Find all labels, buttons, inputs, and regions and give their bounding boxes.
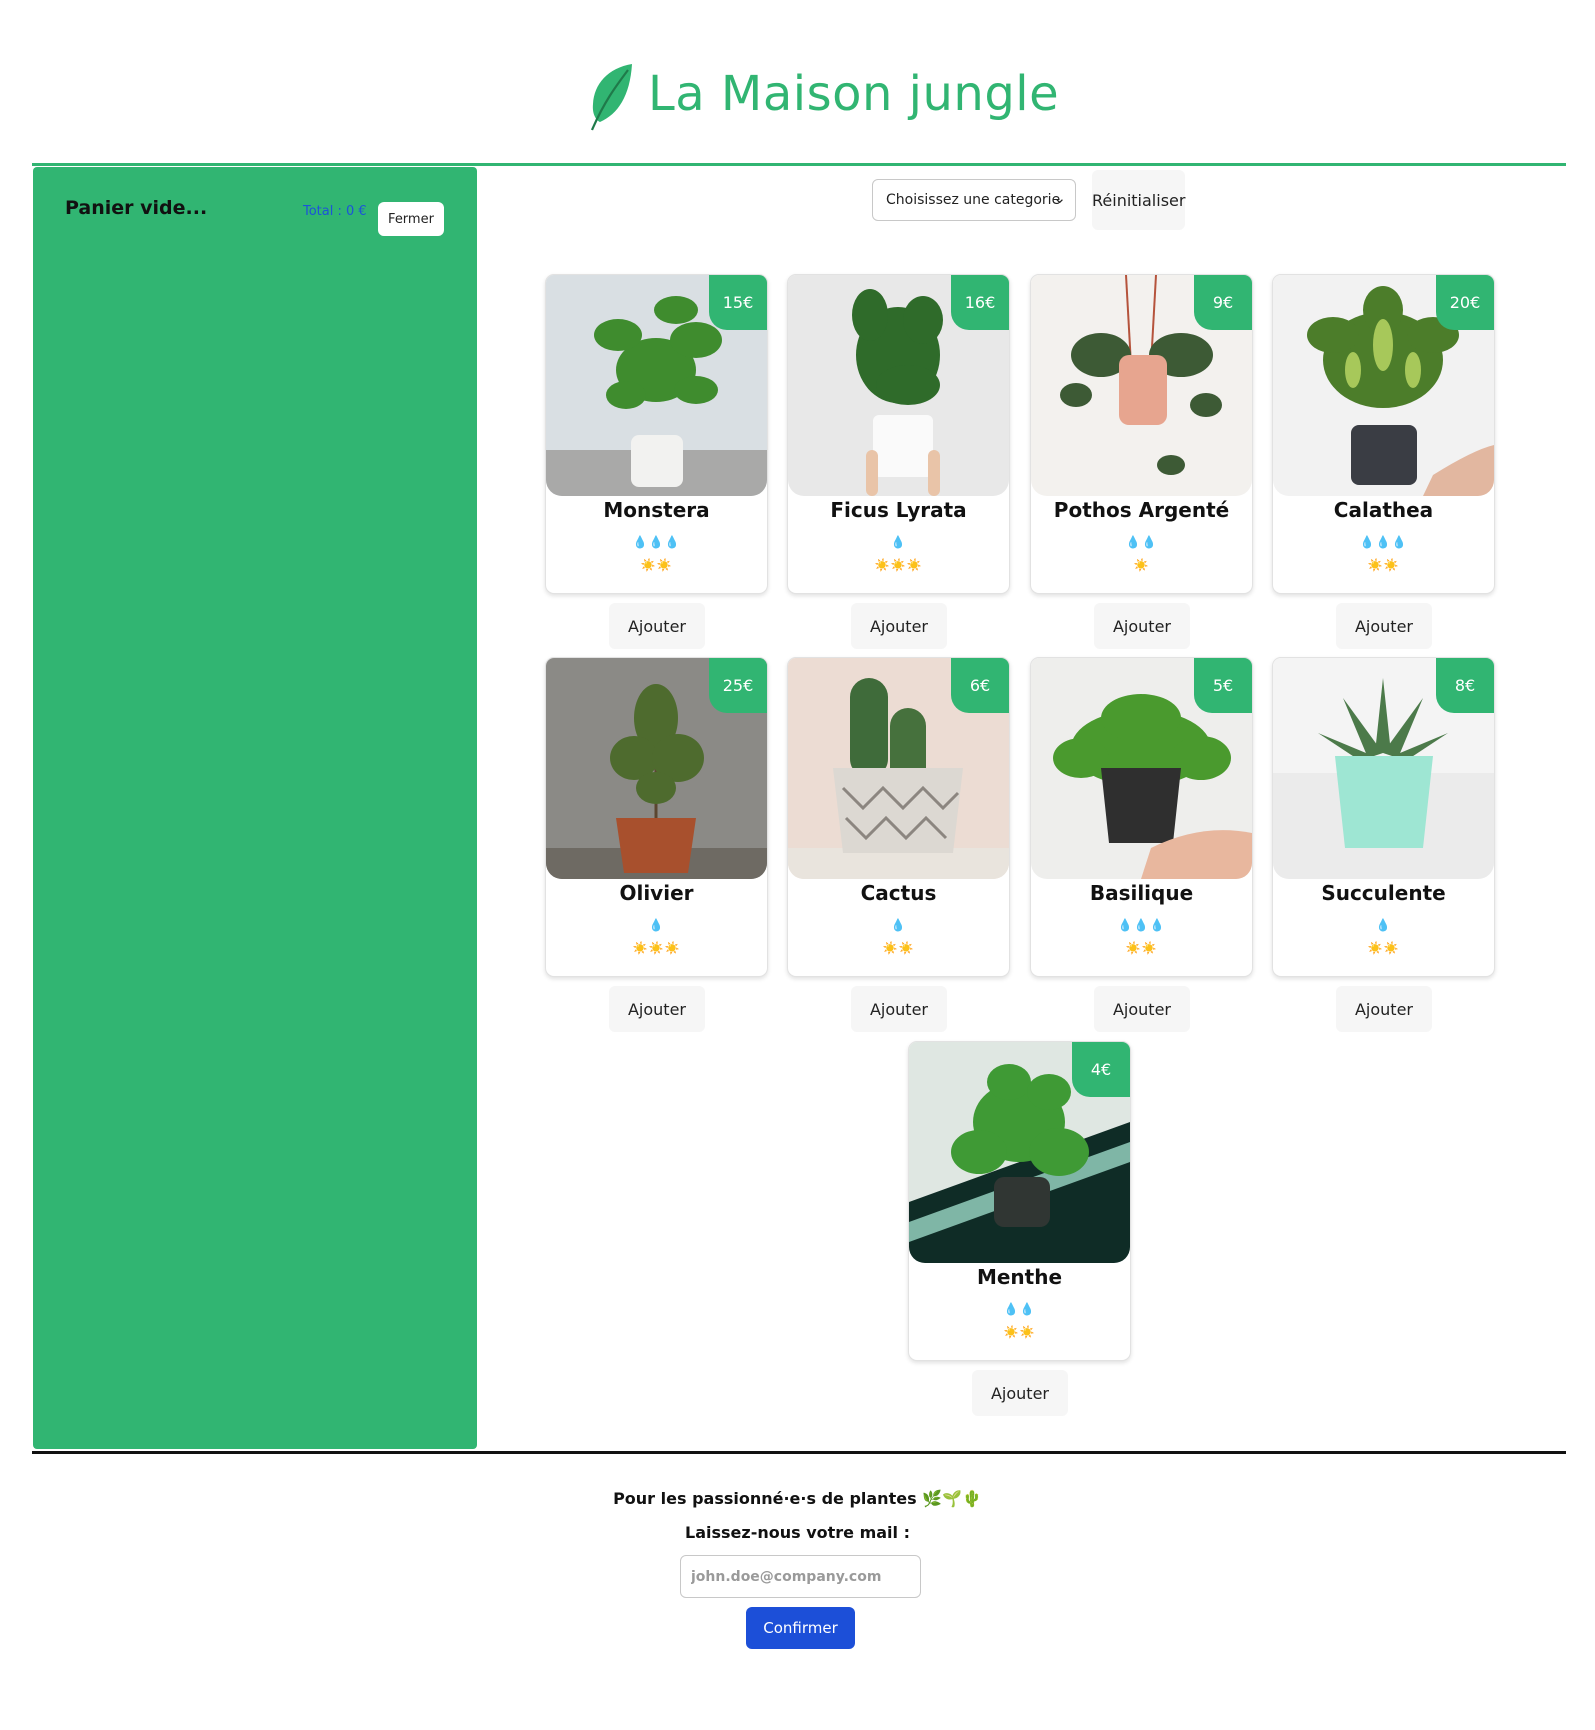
sun-icon: ☀️☀️ (882, 941, 915, 955)
reset-button[interactable]: Réinitialiser (1092, 170, 1185, 230)
price-badge: 25€ (709, 658, 767, 713)
add-to-cart-button[interactable]: Ajouter (972, 1370, 1068, 1416)
plant-card: 16€ Ficus Lyrata 💧 ☀️☀️☀️ (787, 274, 1010, 594)
add-to-cart-button[interactable]: Ajouter (1094, 986, 1190, 1032)
water-drop-icon: 💧 (648, 918, 665, 932)
cart-panel: Panier vide... Total : 0 € Fermer (33, 167, 477, 1449)
water-drop-icon: 💧 (890, 918, 907, 932)
chevron-down-icon: ⌄ (1053, 189, 1066, 207)
plant-card: 15€ Monstera 💧💧💧 ☀️☀️ (545, 274, 768, 594)
cart-total: Total : 0 € (303, 204, 367, 219)
plant-card: 4€ Menthe 💧💧 ☀️☀️ (908, 1041, 1131, 1361)
water-drop-icon: 💧 (890, 535, 907, 549)
plant-name: Basilique (1089, 881, 1194, 905)
water-drop-icon: 💧💧💧 (632, 535, 681, 549)
price-badge: 20€ (1436, 275, 1494, 330)
sun-icon: ☀️☀️ (1125, 941, 1158, 955)
header-divider (32, 163, 1566, 166)
add-to-cart-button[interactable]: Ajouter (1094, 603, 1190, 649)
plant-card: 6€ Cactus 💧 ☀️☀️ (787, 657, 1010, 977)
price-badge: 8€ (1436, 658, 1494, 713)
plant-name: Cactus (860, 881, 937, 905)
plant-card: 25€ Olivier 💧 ☀️☀️☀️ (545, 657, 768, 977)
plant-card: 20€ Calathea 💧💧💧 ☀️☀️ (1272, 274, 1495, 594)
add-to-cart-button[interactable]: Ajouter (1336, 986, 1432, 1032)
water-drop-icon: 💧 (1375, 918, 1392, 932)
price-badge: 9€ (1194, 275, 1252, 330)
leaf-icon (590, 64, 632, 131)
water-drop-icon: 💧💧💧 (1117, 918, 1166, 932)
price-badge: 15€ (709, 275, 767, 330)
price-badge: 6€ (951, 658, 1009, 713)
plant-name: Menthe (976, 1265, 1063, 1289)
price-badge: 5€ (1194, 658, 1252, 713)
plant-card: 9€ Pothos Argenté 💧💧 ☀️ (1030, 274, 1253, 594)
add-to-cart-button[interactable]: Ajouter (609, 603, 705, 649)
category-select[interactable]: Choisissez une categorie ⌄ (872, 179, 1076, 221)
close-cart-button[interactable]: Fermer (378, 202, 444, 236)
footer-divider (32, 1451, 1566, 1454)
add-to-cart-button[interactable]: Ajouter (609, 986, 705, 1032)
email-field[interactable] (680, 1555, 921, 1598)
plant-name: Olivier (619, 881, 694, 905)
sun-icon: ☀️☀️ (1367, 941, 1400, 955)
water-drop-icon: 💧💧 (1003, 1302, 1036, 1316)
sun-icon: ☀️☀️☀️ (632, 941, 681, 955)
sun-icon: ☀️ (1133, 558, 1150, 572)
category-select-value: Choisissez une categorie (886, 192, 1061, 208)
plant-name: Ficus Lyrata (830, 498, 967, 522)
price-badge: 4€ (1072, 1042, 1130, 1097)
add-to-cart-button[interactable]: Ajouter (1336, 603, 1432, 649)
add-to-cart-button[interactable]: Ajouter (851, 603, 947, 649)
sun-icon: ☀️☀️ (640, 558, 673, 572)
confirm-button[interactable]: Confirmer (746, 1607, 855, 1649)
plant-name: Calathea (1333, 498, 1434, 522)
price-badge: 16€ (951, 275, 1009, 330)
sun-icon: ☀️☀️ (1003, 1325, 1036, 1339)
sun-icon: ☀️☀️☀️ (874, 558, 923, 572)
plant-name: Monstera (603, 498, 710, 522)
footer-tagline: Pour les passionné·e·s de plantes 🌿🌱🌵 (613, 1489, 982, 1508)
site-header: La Maison jungle (0, 0, 1595, 166)
footer-mail-prompt: Laissez-nous votre mail : (685, 1523, 910, 1542)
water-drop-icon: 💧💧 (1125, 535, 1158, 549)
plant-name: Pothos Argenté (1053, 498, 1230, 522)
plant-card: 5€ Basilique 💧💧💧 ☀️☀️ (1030, 657, 1253, 977)
water-drop-icon: 💧💧💧 (1359, 535, 1408, 549)
site-title: La Maison jungle (648, 66, 1060, 122)
cart-title: Panier vide... (65, 197, 208, 219)
add-to-cart-button[interactable]: Ajouter (851, 986, 947, 1032)
plant-name: Succulente (1321, 881, 1446, 905)
plant-card: 8€ Succulente 💧 ☀️☀️ (1272, 657, 1495, 977)
sun-icon: ☀️☀️ (1367, 558, 1400, 572)
